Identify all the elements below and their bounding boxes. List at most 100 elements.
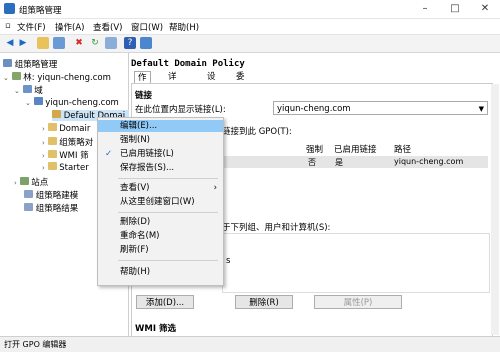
check-icon: ✓ <box>105 149 113 159</box>
folder-icon[interactable] <box>37 37 49 49</box>
menu-item-rename-label: 重命名(M) <box>120 231 160 241</box>
tab-settings[interactable]: 设置 <box>204 71 219 94</box>
menu-file[interactable]: 文件(F) <box>17 21 46 33</box>
gpo-title: Default Domain Policy <box>131 59 245 69</box>
refresh-icon[interactable]: ↻ <box>89 37 101 49</box>
chevron-down-icon: ▼ <box>478 105 484 113</box>
menu-help[interactable]: 帮助(H) <box>169 21 199 33</box>
expand-right-icon[interactable]: › <box>42 125 45 133</box>
menu-window[interactable]: 窗口(W) <box>131 21 163 33</box>
tab-details[interactable]: 详细信息 <box>165 71 180 118</box>
expand-down-icon[interactable]: ⌄ <box>14 87 20 95</box>
menu-item-delete-label: 删除(D) <box>120 217 151 227</box>
properties-button[interactable]: 属性(P) <box>314 295 402 309</box>
delete-icon[interactable]: ✖ <box>73 37 85 49</box>
links-header: 链接 <box>135 91 153 101</box>
col-enabled[interactable]: 已启用链接 <box>334 143 377 155</box>
menu-item-enforced[interactable]: 强制(N) <box>98 134 223 146</box>
tree-gpo-objects[interactable]: › 组策略对 <box>42 136 93 148</box>
tree-root[interactable]: 组策略管理 <box>3 58 57 70</box>
tree-sites[interactable]: › 站点 <box>14 176 48 188</box>
menu-item-new-window[interactable]: 从这里创建窗口(W) <box>98 196 223 208</box>
menu-bar: ▫ 文件(F) 操作(A) 查看(V) 窗口(W) 帮助(H) <box>0 19 500 33</box>
col-path[interactable]: 路径 <box>394 143 411 155</box>
menu-view[interactable]: 查看(V) <box>93 21 122 33</box>
window-title: 组策略管理 <box>19 6 62 16</box>
tree-domain[interactable]: ⌄ yiqun-cheng.com <box>25 97 119 108</box>
gpm-icon <box>3 59 12 67</box>
tree-starter-gpos[interactable]: › Starter <box>42 162 89 173</box>
expand-down-icon[interactable]: ⌄ <box>3 74 9 82</box>
menu-item-link-enabled-label: 已启用链接(L) <box>120 149 174 159</box>
properties-icon[interactable] <box>140 37 152 49</box>
expand-right-icon[interactable]: › <box>42 164 45 172</box>
menu-item-refresh[interactable]: 刷新(F) <box>98 244 223 256</box>
menu-item-help-label: 帮助(H) <box>120 267 151 277</box>
menu-item-delete[interactable]: 删除(D) <box>98 216 223 228</box>
tree-modeling-label: 组策略建模 <box>35 191 79 201</box>
security-filter-label: 于下列组、用户和计算机(S): <box>222 223 331 233</box>
tree-wmi-label: WMI 筛 <box>59 151 89 161</box>
expand-right-icon[interactable]: › <box>42 152 45 160</box>
domain-icon <box>33 97 43 105</box>
tree-domain-controllers-label: Domair <box>59 124 91 134</box>
modeling-icon <box>24 190 33 198</box>
tree-results-label: 组策略结果 <box>35 204 79 214</box>
menu-item-help[interactable]: 帮助(H) <box>98 266 223 278</box>
menu-item-view-label: 查看(V) <box>120 183 150 193</box>
menu-item-edit[interactable]: 编辑(E)... <box>98 120 223 132</box>
menu-item-link-enabled[interactable]: ✓ 已启用链接(L) <box>98 148 223 160</box>
menu-item-save-report[interactable]: 保存报告(S)... <box>98 162 223 174</box>
console-icon[interactable] <box>53 37 65 49</box>
title-bar: 组策略管理 – □ ✕ <box>0 0 500 19</box>
tree-modeling[interactable]: 组策略建模 <box>24 189 78 201</box>
context-menu: 编辑(E)... 强制(N) ✓ 已启用链接(L) 保存报告(S)... 查看(… <box>97 117 224 286</box>
location-combo[interactable]: yiqun-cheng.com ▼ <box>273 101 488 115</box>
vertical-scrollbar[interactable] <box>491 84 499 335</box>
status-text: 打开 GPO 编辑器 <box>4 340 67 349</box>
app-icon <box>4 3 15 14</box>
expand-down-icon[interactable]: ⌄ <box>25 99 31 107</box>
menu-item-save-report-label: 保存报告(S)... <box>120 163 175 173</box>
folder-icon <box>47 137 57 145</box>
folder-icon <box>47 150 57 158</box>
menu-item-rename[interactable]: 重命名(M) <box>98 230 223 242</box>
tree-domain-controllers[interactable]: › Domair <box>42 123 90 134</box>
add-button[interactable]: 添加(D)... <box>136 295 194 309</box>
tree-results[interactable]: 组策略结果 <box>24 202 78 214</box>
toolbar: ◀ ▶ ✖ ↻ ? <box>0 34 500 53</box>
tree-starter-label: Starter <box>59 163 89 173</box>
menu-item-refresh-label: 刷新(F) <box>120 245 149 255</box>
table-row[interactable]: 否 是 yiqun-cheng.com <box>222 156 488 168</box>
export-icon[interactable] <box>105 37 117 49</box>
tab-delegation[interactable]: 委派 <box>233 71 248 94</box>
remove-button[interactable]: 删除(R) <box>235 295 293 309</box>
tree-forest[interactable]: ⌄ 林: yiqun-cheng.com <box>3 71 111 83</box>
maximize-button[interactable]: □ <box>440 0 470 18</box>
expand-right-icon[interactable]: › <box>42 139 45 147</box>
gpo-link-icon <box>52 110 61 118</box>
menu-separator <box>118 212 218 213</box>
linked-label: 链接到此 GPO(T): <box>222 127 292 137</box>
tree-wmi-filters[interactable]: › WMI 筛 <box>42 149 89 161</box>
menu-action[interactable]: 操作(A) <box>55 21 84 33</box>
ou-folder-icon <box>47 123 57 131</box>
results-icon <box>24 203 33 211</box>
expand-right-icon[interactable]: › <box>14 179 17 187</box>
cell-path: yiqun-cheng.com <box>394 157 464 166</box>
forward-icon[interactable]: ▶ <box>17 37 29 49</box>
minimize-button[interactable]: – <box>410 0 440 18</box>
menu-separator <box>118 260 218 261</box>
col-enforced[interactable]: 强制 <box>306 143 323 155</box>
menu-item-enforced-label: 强制(N) <box>120 135 150 145</box>
back-icon[interactable]: ◀ <box>4 37 16 49</box>
app-menu-icon[interactable]: ▫ <box>5 21 11 31</box>
tree-domains[interactable]: ⌄ 域 <box>14 84 43 96</box>
close-button[interactable]: ✕ <box>470 0 500 18</box>
menu-item-edit-label: 编辑(E)... <box>120 121 158 131</box>
tree-root-label: 组策略管理 <box>14 60 58 70</box>
security-filter-list[interactable]: s <box>222 233 490 293</box>
help-icon[interactable]: ? <box>124 37 136 49</box>
menu-item-view[interactable]: 查看(V) › <box>98 182 223 194</box>
forest-icon <box>11 72 21 80</box>
